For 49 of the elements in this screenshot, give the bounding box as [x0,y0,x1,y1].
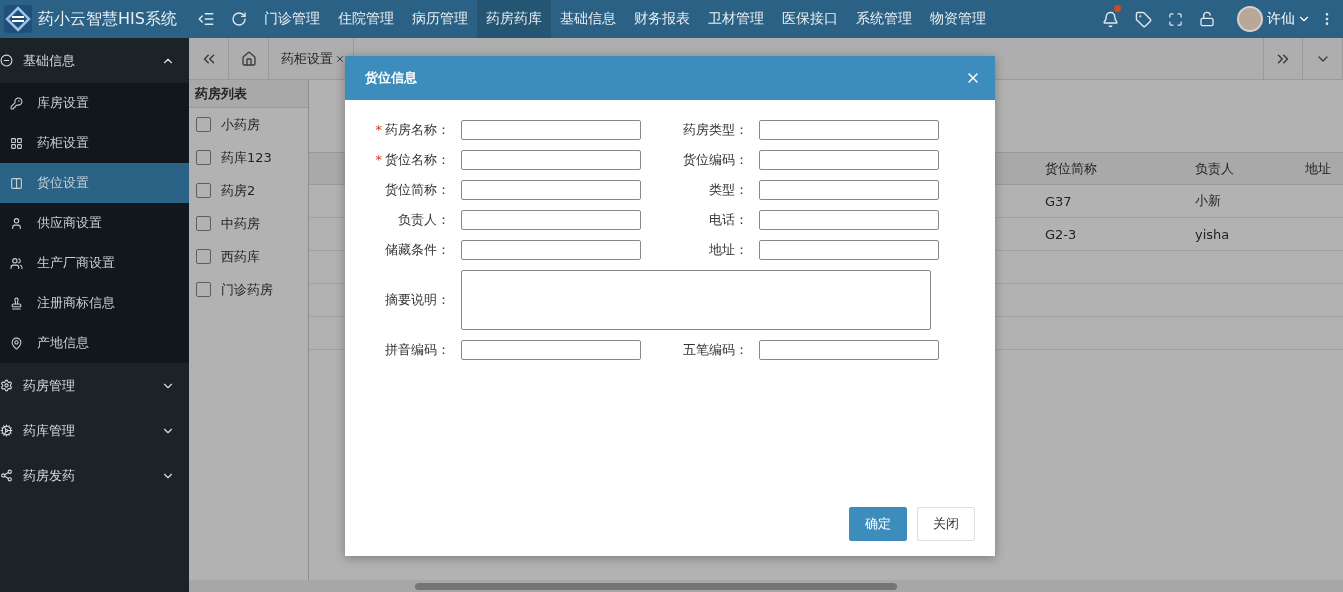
table-cell-text: G2-3 [1044,225,1078,244]
field-label: 类型： [708,181,749,199]
column-header: 货位简称 [1044,159,1098,178]
sidebar-item[interactable]: 货位设置 [0,163,189,203]
sidebar-item[interactable]: 药柜设置 [0,123,189,163]
nav-tab[interactable]: 药房药库 [477,0,551,38]
list-item-label: 小药房 [221,115,260,134]
sidebar-item[interactable]: 库房设置 [0,83,189,123]
list-item-label: 中药房 [221,214,260,233]
list-item-label: 药房2 [221,181,256,200]
list-item-label: 药库123 [221,148,272,167]
field-label: 储藏条件： [384,241,451,259]
field-label: 电话： [708,211,749,229]
field-label: 摘要说明： [384,291,451,309]
sidebar-item[interactable]: 产地信息 [0,323,189,363]
field-label: 地址： [708,241,749,259]
table-cell-text: 小新 [1194,192,1222,210]
confirm-button[interactable]: 确定 [849,507,907,541]
nav-tab[interactable]: 病历管理 [403,0,477,38]
panel-title: 药房列表 [189,80,308,108]
dialog-title: 货位信息 [365,69,417,87]
sidebar-item[interactable]: 注册商标信息 [0,283,189,323]
nav-tab[interactable]: 医保接口 [773,0,847,38]
app-title: 药小云智慧HIS系统 [38,8,177,30]
nav-tab[interactable]: 卫材管理 [699,0,773,38]
table-cell-text: yisha [1194,225,1231,244]
column-header: 负责人 [1194,159,1235,178]
list-item-label: 门诊药房 [221,280,273,299]
nav-tab[interactable]: 住院管理 [329,0,403,38]
user-menu[interactable]: 许仙 [1267,10,1311,28]
list-item-label: 西药库 [221,247,260,266]
field-label: 负责人： [397,211,451,229]
field-label: 拼音编码： [384,341,451,359]
nav-tab[interactable]: 财务报表 [625,0,699,38]
sidebar-item[interactable]: 供应商设置 [0,203,189,243]
nav-tab[interactable]: 基础信息 [551,0,625,38]
nav-tab[interactable]: 物资管理 [921,0,995,38]
close-button[interactable]: 关闭 [917,507,975,541]
field-label: 货位简称： [384,181,451,199]
table-cell-text: G37 [1044,192,1073,211]
column-header: 地址 [1304,159,1332,178]
field-label: * 药房名称： [374,121,451,139]
sidebar-item[interactable]: 生产厂商设置 [0,243,189,283]
field-label: 药房类型： [682,121,749,139]
field-label: * 货位名称： [374,151,451,169]
nav-tab[interactable]: 系统管理 [847,0,921,38]
field-label: 货位编码： [682,151,749,169]
nav-tab[interactable]: 门诊管理 [255,0,329,38]
field-label: 五笔编码： [682,341,749,359]
